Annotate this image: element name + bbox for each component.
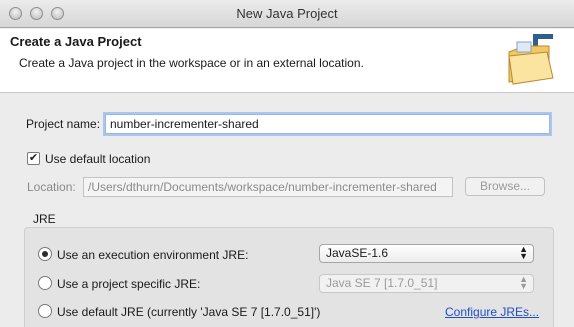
project-name-label: Project name: [26,117,101,131]
project-specific-jre-label: Use a project specific JRE: [57,277,201,291]
project-name-input[interactable]: number-incrementer-shared [105,114,550,134]
configure-jres-link[interactable]: Configure JREs... [445,305,539,319]
execution-environment-radio[interactable] [38,247,52,261]
project-specific-jre-select[interactable]: Java SE 7 [1.7.0_51] ▲ ▼ [319,274,534,293]
location-input[interactable]: /Users/dthurn/Documents/workspace/number… [83,177,453,197]
wizard-header: Create a Java Project Create a Java proj… [0,29,574,93]
wizard-description: Create a Java project in the workspace o… [19,56,364,70]
browse-button[interactable]: Browse... [465,177,545,196]
select-arrows-icon: ▲ ▼ [519,244,528,261]
default-jre-radio[interactable] [38,304,52,318]
location-label: Location: [27,180,76,194]
select-arrows-icon: ▲ ▼ [519,274,528,291]
jre-group-label: JRE [33,212,56,226]
window-title: New Java Project [236,6,338,21]
project-specific-jre-value: Java SE 7 [1.7.0_51] [326,276,438,290]
use-default-location-checkbox[interactable]: ✔ [27,152,40,165]
execution-environment-select[interactable]: JavaSE-1.6 ▲ ▼ [319,244,534,263]
checkmark-icon: ✔ [28,152,39,164]
project-specific-jre-radio[interactable] [38,276,52,290]
new-java-project-icon [508,34,554,85]
execution-environment-label: Use an execution environment JRE: [57,248,249,262]
wizard-title: Create a Java Project [10,34,142,49]
use-default-location-label: Use default location [45,152,151,166]
title-bar: New Java Project [0,0,574,28]
execution-environment-value: JavaSE-1.6 [326,246,389,260]
default-jre-label: Use default JRE (currently 'Java SE 7 [1… [57,305,321,319]
